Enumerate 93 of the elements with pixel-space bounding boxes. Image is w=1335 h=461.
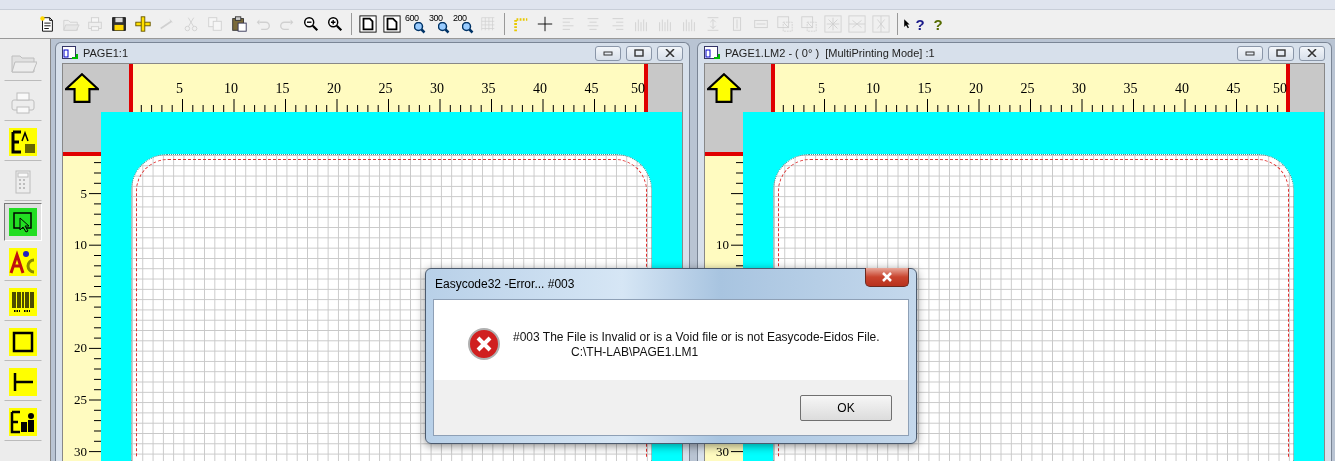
close-icon xyxy=(665,49,675,57)
ok-button[interactable]: OK xyxy=(800,394,892,421)
rectangle-icon xyxy=(9,328,37,356)
ruler-number: 10 xyxy=(74,237,87,253)
close-button[interactable] xyxy=(657,45,683,61)
save-icon xyxy=(110,15,128,33)
ruler-number: 40 xyxy=(533,81,547,96)
close-button[interactable] xyxy=(865,268,909,287)
ruler-number: 20 xyxy=(74,340,87,356)
box-split-icon xyxy=(848,15,866,33)
document-icon xyxy=(62,46,78,60)
dotted-corner-icon xyxy=(512,15,530,33)
ruler-number: 10 xyxy=(224,81,238,96)
up-arrow-icon xyxy=(707,73,741,103)
document-icon xyxy=(704,46,720,60)
zoom-in-icon xyxy=(326,15,344,33)
margin-marker[interactable] xyxy=(63,152,101,156)
minimize-button[interactable] xyxy=(1237,45,1263,61)
scissors-icon xyxy=(182,15,200,33)
ruler-number: 30 xyxy=(1072,81,1086,96)
select-pointer-icon xyxy=(9,208,37,236)
ruler-number: 40 xyxy=(1175,81,1189,96)
margin-marker[interactable] xyxy=(771,64,775,112)
ruler-number: 30 xyxy=(74,443,87,459)
page-icon xyxy=(383,15,401,33)
ruler-number: 35 xyxy=(1123,81,1138,96)
ruler-number: 5 xyxy=(176,81,183,96)
ruler-number: 15 xyxy=(917,81,932,96)
toolbar-button[interactable] xyxy=(381,12,403,36)
barcode-icon xyxy=(9,288,37,316)
ruler-number: 15 xyxy=(275,81,290,96)
margin-marker[interactable] xyxy=(644,64,648,112)
close-button[interactable] xyxy=(1299,45,1325,61)
margin-marker[interactable] xyxy=(1286,64,1290,112)
ruler-number: 15 xyxy=(74,288,87,304)
help-button[interactable]: ? xyxy=(927,12,949,36)
image-tool-icon xyxy=(9,408,37,436)
error-icon xyxy=(467,327,501,361)
magnifier-icon xyxy=(462,22,474,34)
magnifier-icon xyxy=(414,22,426,34)
dialog-title: Easycode32 -Error... #003 xyxy=(434,277,575,291)
crosshair-icon xyxy=(536,15,554,33)
ruler-number: 10 xyxy=(866,81,880,96)
margin-marker[interactable] xyxy=(129,64,133,112)
ruler-number: 20 xyxy=(327,81,341,96)
clipboard-icon xyxy=(230,15,248,33)
restore-button[interactable] xyxy=(626,45,652,61)
toolbar-button[interactable] xyxy=(357,12,379,36)
minimize-button[interactable] xyxy=(595,45,621,61)
magnifier-icon xyxy=(438,22,450,34)
ruler-number: 45 xyxy=(1226,81,1241,96)
zoom-button[interactable]: 200 xyxy=(453,12,475,36)
restore-button[interactable] xyxy=(1268,45,1294,61)
minimize-icon xyxy=(603,50,613,56)
zoom-out-icon xyxy=(302,15,320,33)
tool-button[interactable] xyxy=(4,203,42,241)
new-document-icon xyxy=(38,15,56,33)
box-arrow-icon xyxy=(800,15,818,33)
ruler-number: 30 xyxy=(716,443,729,459)
close-icon xyxy=(1307,49,1317,57)
ruler-number: 30 xyxy=(430,81,444,96)
ruler-number: 45 xyxy=(584,81,599,96)
grid-icon xyxy=(479,15,497,33)
ruler-number: 25 xyxy=(1020,81,1035,96)
box-star-icon xyxy=(824,15,842,33)
ruler-number: 20 xyxy=(969,81,983,96)
window-title: PAGE1:1 xyxy=(83,47,130,59)
box-arrow-icon xyxy=(776,15,794,33)
page-icon xyxy=(359,15,377,33)
minimize-icon xyxy=(1245,50,1255,56)
file-path: C:\TH-LAB\PAGE1.LM1 xyxy=(570,345,699,359)
restore-icon xyxy=(1276,49,1286,57)
error-message: #003 The File is Invalid or is a Void file or is not Easycode-Eidos File. xyxy=(513,330,880,344)
ruler-number: 5 xyxy=(80,185,87,201)
zoom-button[interactable]: 300 xyxy=(429,12,451,36)
ruler-number: 25 xyxy=(378,81,393,96)
ruler-number: 25 xyxy=(74,392,87,407)
label-logo-icon xyxy=(9,128,37,156)
text-tool-icon xyxy=(9,248,37,276)
copy-icon xyxy=(206,15,224,33)
printer-icon xyxy=(86,15,104,33)
box-split-icon xyxy=(872,15,890,33)
cross-ruler-icon xyxy=(134,15,152,33)
up-arrow-icon xyxy=(65,73,99,103)
ruler-number: 5 xyxy=(818,81,825,96)
restore-icon xyxy=(634,49,644,57)
ruler-number: 35 xyxy=(481,81,496,96)
help-button[interactable]: ? xyxy=(903,12,925,36)
margin-marker[interactable] xyxy=(705,152,743,156)
window-title: PAGE1.LM2 - ( 0° ) [MultiPrinting Mode] :1 xyxy=(725,47,936,59)
ruler-number: 10 xyxy=(716,237,729,253)
close-icon xyxy=(881,272,893,282)
zoom-button[interactable]: 600 xyxy=(405,12,427,36)
